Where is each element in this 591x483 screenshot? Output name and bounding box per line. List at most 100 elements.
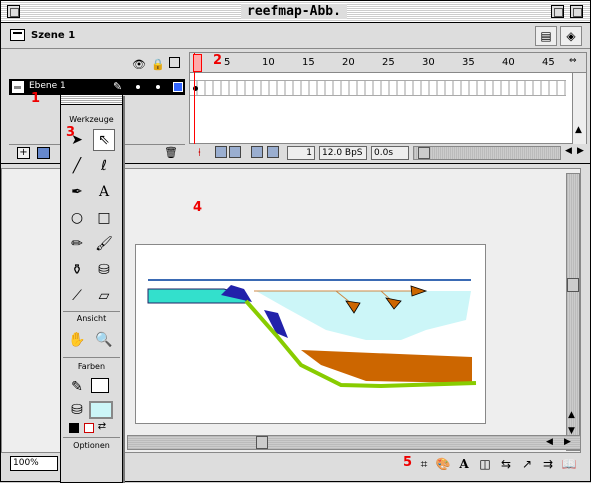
stage-hscroll[interactable]: ◀ ▶ [127, 435, 581, 450]
arrow-right-icon[interactable]: ▶ [564, 437, 571, 447]
layer-color-swatch[interactable] [173, 82, 183, 92]
ruler-number: 25 [382, 57, 395, 68]
pencil-tool-icon[interactable]: ✏ [66, 233, 88, 255]
pencil-icon: ✎ [113, 80, 123, 93]
scroll-thumb[interactable] [418, 147, 430, 159]
eyedropper-tool-icon[interactable]: ⟋ [66, 285, 88, 307]
ruler-number: 30 [422, 57, 435, 68]
zoom-field[interactable]: 100% [10, 456, 58, 471]
stroke-color-icon: ✎ [71, 379, 83, 395]
scroll-thumb[interactable] [567, 278, 579, 292]
scene-icon [10, 29, 25, 41]
onion-outline-button[interactable] [229, 146, 241, 158]
annotation-2: 2 [213, 53, 223, 68]
default-colors-icon[interactable] [69, 423, 79, 433]
onion-markers-button[interactable] [267, 146, 279, 158]
info-panel-icon[interactable]: ⌗ [416, 456, 432, 472]
window-title: reefmap-Abb. [241, 4, 347, 19]
lock-dot[interactable] [156, 85, 160, 89]
text-panel-icon[interactable]: A [456, 456, 472, 472]
playhead-handle[interactable] [193, 54, 202, 72]
zoom-tool-icon[interactable]: 🔍 [93, 329, 115, 351]
title-bar[interactable]: reefmap-Abb. [1, 1, 590, 23]
arrow-left-icon[interactable]: ◀ [546, 437, 553, 447]
paint-bucket-tool-icon[interactable]: ⛁ [93, 259, 115, 281]
movie-explorer-icon[interactable]: ↗ [519, 456, 535, 472]
rectangle-tool-icon[interactable]: □ [93, 207, 115, 229]
lock-icon[interactable]: 🔒 [151, 58, 165, 71]
scroll-thumb[interactable] [256, 436, 268, 449]
ruler-number: 15 [302, 57, 315, 68]
reef-cross-section-drawing [147, 279, 477, 389]
ruler-number: 40 [502, 57, 515, 68]
frame-cells[interactable] [190, 80, 566, 96]
divider [63, 357, 120, 358]
playhead[interactable] [193, 53, 202, 145]
timeline-menu-icon[interactable]: ⇔ [569, 56, 577, 66]
fill-color-icon: ⛁ [71, 402, 83, 418]
annotation-5: 5 [403, 455, 413, 470]
close-box[interactable] [7, 5, 20, 18]
flash-window: reefmap-Abb. Szene 1 ▤ ◈ 👁 🔒 Ebene 1 ✎ +… [0, 0, 591, 483]
ruler-number: 5 [224, 57, 231, 68]
scene-label: Szene 1 [31, 30, 76, 41]
center-frame-icon[interactable]: ⍿ [198, 146, 201, 160]
frames-area[interactable]: 1 5 10 15 20 25 30 35 40 45 ⇔ ▲ [189, 52, 587, 145]
swap-colors-icon[interactable]: ⇄ [95, 418, 109, 434]
line-tool-icon[interactable]: ╱ [66, 155, 88, 177]
library-icon[interactable]: 📖 [561, 456, 577, 472]
ink-bottle-tool-icon[interactable]: ⚱ [66, 259, 88, 281]
subselect-tool-icon[interactable]: ⇖ [93, 129, 115, 151]
layer-icon [12, 81, 24, 93]
divider [63, 311, 120, 312]
timeline-vscroll[interactable]: ▲ [572, 73, 586, 145]
hand-tool-icon[interactable]: ✋ [66, 329, 88, 351]
edit-multiple-button[interactable] [251, 146, 263, 158]
annotation-1: 1 [31, 91, 41, 106]
toolbox-drag-bar[interactable] [61, 95, 122, 105]
eraser-tool-icon[interactable]: ▱ [93, 285, 115, 307]
ruler-number: 35 [462, 57, 475, 68]
elapsed-time-field: 0.0s [371, 146, 409, 160]
current-frame-field: 1 [287, 146, 315, 160]
collapse-box[interactable] [570, 5, 583, 18]
lasso-tool-icon[interactable]: ℓ [93, 155, 115, 177]
eye-icon[interactable]: 👁 [132, 58, 146, 71]
add-layer-icon[interactable]: + [17, 147, 30, 159]
brush-tool-icon[interactable]: 🖌 [93, 233, 115, 255]
color-panel-icon[interactable]: 🎨 [435, 456, 451, 472]
actions-panel-icon[interactable]: ⇉ [540, 456, 556, 472]
frame-ruler[interactable]: 1 5 10 15 20 25 30 35 40 45 ⇔ [190, 53, 586, 73]
arrow-up-icon[interactable]: ▲ [568, 410, 575, 420]
arrow-up-icon[interactable]: ▲ [575, 125, 582, 135]
ruler-number: 10 [262, 57, 275, 68]
toolbox-panel[interactable]: Werkzeuge ➤ ⇖ ╱ ℓ ✒ A ○ □ ✏ 🖌 ⚱ ⛁ ⟋ ▱ An… [60, 94, 123, 483]
fill-color-swatch[interactable] [89, 401, 113, 419]
fps-field: 12.0 BpS [319, 146, 367, 160]
zoom-box[interactable] [551, 5, 564, 18]
onion-skin-button[interactable] [215, 146, 227, 158]
scene-panel-icon[interactable]: ⇆ [498, 456, 514, 472]
edit-symbol-button[interactable]: ◈ [560, 26, 582, 46]
arrow-right-icon[interactable]: ▶ [577, 146, 584, 156]
pen-tool-icon[interactable]: ✒ [66, 181, 88, 203]
outline-icon[interactable] [169, 57, 180, 68]
add-guide-icon[interactable] [37, 147, 50, 159]
oval-tool-icon[interactable]: ○ [66, 207, 88, 229]
timeline-hscroll[interactable] [413, 146, 561, 160]
arrow-left-icon[interactable]: ◀ [565, 146, 572, 156]
instance-panel-icon[interactable]: ◫ [477, 456, 493, 472]
trash-icon[interactable]: 🗑 [164, 146, 178, 159]
annotation-4: 4 [193, 200, 203, 215]
stage-vscroll[interactable]: ▲ ▼ [566, 173, 580, 451]
text-tool-icon[interactable]: A [93, 181, 115, 203]
view-section-label: Ansicht [76, 314, 107, 323]
visibility-dot[interactable] [136, 85, 140, 89]
stage-canvas[interactable] [135, 244, 486, 424]
edit-scene-button[interactable]: ▤ [535, 26, 557, 46]
no-color-icon[interactable] [84, 423, 94, 433]
scene-bar: Szene 1 ▤ ◈ [1, 23, 590, 49]
annotation-3: 3 [66, 125, 76, 140]
stroke-color-swatch[interactable] [91, 378, 109, 393]
ruler-number: 45 [542, 57, 555, 68]
